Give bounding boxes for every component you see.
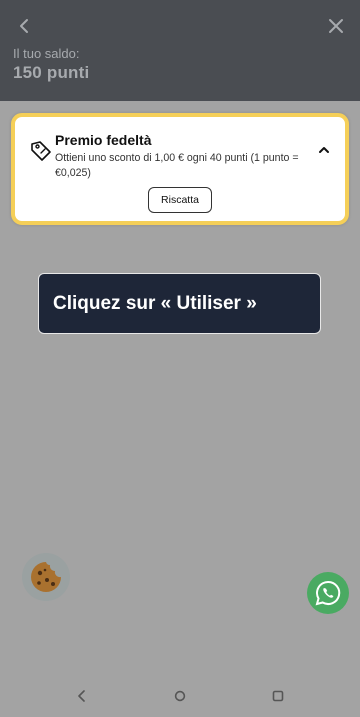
system-nav-bar xyxy=(0,676,360,717)
whatsapp-button[interactable] xyxy=(307,572,349,614)
tag-icon xyxy=(31,141,51,161)
balance-value: 150 punti xyxy=(13,63,90,82)
nav-back-button[interactable] xyxy=(74,688,90,704)
tutorial-tooltip: Cliquez sur « Utiliser » xyxy=(38,273,321,334)
back-button[interactable] xyxy=(10,12,38,40)
whatsapp-icon xyxy=(315,580,341,606)
chevron-left-icon xyxy=(20,19,28,33)
nav-back-icon xyxy=(78,690,85,702)
redeem-button[interactable]: Riscatta xyxy=(148,187,212,213)
reward-title: Premio fedeltà xyxy=(55,132,152,148)
nav-home-button[interactable] xyxy=(172,688,188,704)
reward-card[interactable]: Premio fedeltà Ottieni uno sconto di 1,0… xyxy=(11,113,349,225)
header-bar: Il tuo saldo: 150 punti xyxy=(0,0,360,101)
nav-recents-button[interactable] xyxy=(270,688,286,704)
close-icon xyxy=(329,19,343,33)
chevron-up-icon[interactable] xyxy=(317,145,331,155)
cookie-icon xyxy=(31,562,61,592)
nav-recents-icon xyxy=(272,690,284,702)
nav-home-icon xyxy=(174,690,186,702)
close-button[interactable] xyxy=(322,12,350,40)
balance-label: Il tuo saldo: xyxy=(13,46,80,61)
reward-description: Ottieni uno sconto di 1,00 € ogni 40 pun… xyxy=(55,152,299,179)
cookie-button[interactable] xyxy=(22,553,70,601)
tooltip-text: Cliquez sur « Utiliser » xyxy=(53,292,257,314)
